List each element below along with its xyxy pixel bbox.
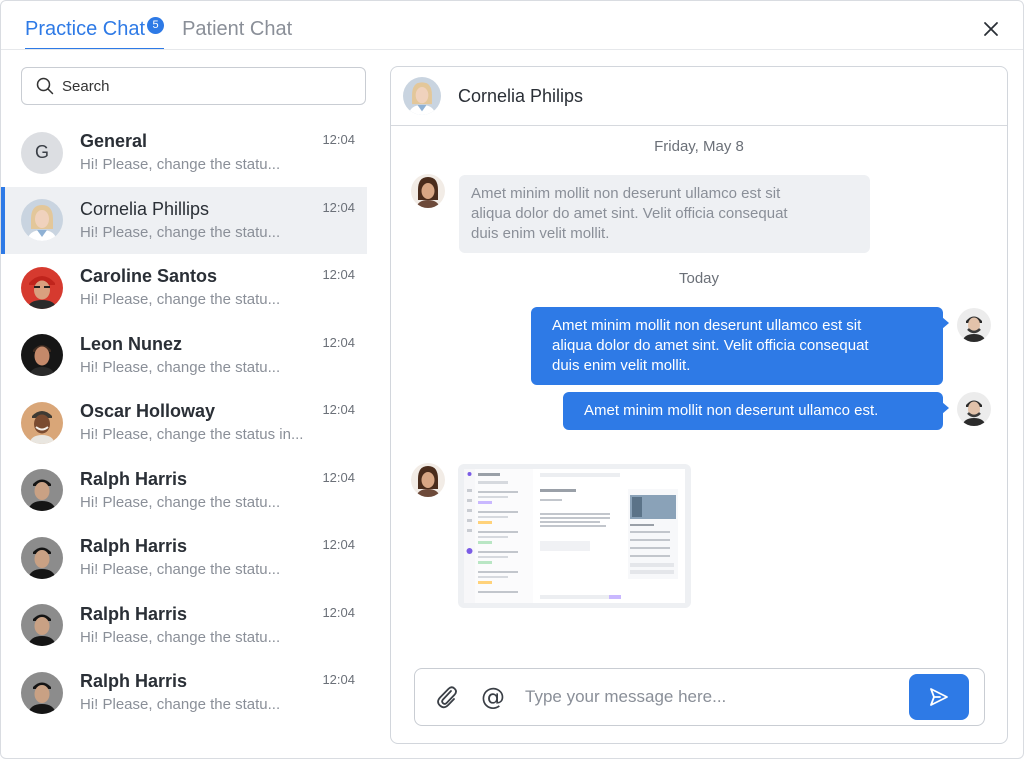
tab-patient-chat-label: Patient Chat [182,17,293,40]
incoming-message: Amet minim mollit non deserunt ullamco e… [459,175,870,253]
tabs-divider [1,49,1023,50]
avatar: G [21,131,63,174]
paperclip-icon [437,686,457,709]
chat-name: Ralph Harris [80,468,188,489]
avatar [411,463,445,497]
send-button[interactable] [909,674,969,720]
chat-preview: Hi! Please, change the statu... [80,628,281,646]
chat-name: Ralph Harris [80,603,188,624]
chat-time: 12:04 [322,402,355,418]
chat-time: 12:04 [322,672,355,688]
tab-practice-chat-label: Practice Chat [25,17,146,40]
chat-name: Cornelia Phillips [80,198,210,219]
chat-name: Ralph Harris [80,671,188,692]
avatar [21,401,63,444]
chat-name: Oscar Holloway [80,401,216,422]
message-line: aliqua dolor do amet sint. Velit officia… [552,337,869,354]
chat-item-leon-nunez[interactable]: Leon Nunez Hi! Please, change the statu.… [1,322,367,390]
chat-list: G General Hi! Please, change the statu..… [1,119,367,727]
avatar [957,308,991,342]
message-line: duis enim velit mollit. [471,225,610,242]
message-line: aliqua dolor do amet sint. Velit officia… [471,205,788,222]
screenshot-thumbnail [464,469,685,603]
chat-preview: Hi! Please, change the statu... [80,223,281,241]
date-separator: Today [678,270,720,287]
avatar [21,536,63,579]
avatar [21,334,63,377]
chat-item-oscar-holloway[interactable]: Oscar Holloway Hi! Please, change the st… [1,389,367,457]
chat-time: 12:04 [322,199,355,215]
chat-item-ralph-harris[interactable]: Ralph Harris Hi! Please, change the stat… [1,659,367,727]
chat-item-ralph-harris[interactable]: Ralph Harris Hi! Please, change the stat… [1,592,367,660]
chat-preview: Hi! Please, change the statu... [80,561,281,579]
date-separator: Friday, May 8 [654,138,744,155]
avatar [403,77,441,115]
message-line: Amet minim mollit non deserunt ullamco e… [471,185,781,202]
chat-name: Ralph Harris [80,536,188,557]
outgoing-message: Amet minim mollit non deserunt ullamco e… [531,307,949,385]
message-input[interactable] [525,687,895,707]
chat-item-general[interactable]: G General Hi! Please, change the statu..… [1,119,367,187]
chat-name: Caroline Santos [80,266,218,287]
chat-tabs: Practice Chat 5 Patient Chat [25,15,310,50]
conversation-header: Cornelia Philips [391,67,1007,126]
chat-preview: Hi! Please, change the statu... [80,696,281,714]
chat-time: 12:04 [322,604,355,620]
avatar [21,199,63,242]
avatar [957,392,991,426]
search-box[interactable] [21,67,366,105]
avatar [21,266,63,309]
attach-button[interactable] [433,683,461,711]
chat-name: Leon Nunez [80,333,182,354]
chat-item-caroline-santos[interactable]: Caroline Santos Hi! Please, change the s… [1,254,367,322]
chat-time: 12:04 [322,469,355,485]
avatar [21,604,63,647]
tab-practice-chat[interactable]: Practice Chat 5 [25,15,165,50]
chat-item-cornelia-phillips[interactable]: Cornelia Phillips Hi! Please, change the… [1,186,367,254]
avatar-letter: G [34,142,49,163]
unread-badge: 5 [147,16,165,34]
message-line: Amet minim mollit non deserunt ullamco e… [584,402,879,419]
chat-window: Practice Chat 5 Patient Chat G General H… [0,0,1024,759]
search-icon [36,77,54,95]
chat-preview: Hi! Please, change the statu... [80,156,281,174]
chat-name: General [80,131,148,152]
tab-patient-chat[interactable]: Patient Chat [182,15,292,43]
at-icon: @ [481,683,505,711]
avatar [21,671,63,714]
chat-item-ralph-harris[interactable]: Ralph Harris Hi! Please, change the stat… [1,524,367,592]
chat-time: 12:04 [322,334,355,350]
search-input[interactable] [62,77,352,95]
close-button[interactable] [979,17,1003,41]
avatar [21,469,63,512]
mention-button[interactable]: @ [479,683,507,711]
chat-time: 12:04 [322,537,355,553]
message-line: Amet minim mollit non deserunt ullamco e… [552,317,862,334]
chat-time: 12:04 [322,132,355,148]
conversation-panel: Cornelia Philips Friday, May 8 Amet mini… [390,66,1008,744]
chat-preview: Hi! Please, change the statu... [80,291,281,309]
chat-time: 12:04 [322,267,355,283]
close-icon [984,22,998,36]
conversation-title: Cornelia Philips [458,85,584,106]
message-line: duis enim velit mollit. [552,357,691,374]
send-icon [930,688,948,706]
message-composer: @ [414,668,985,726]
image-attachment[interactable] [458,464,691,608]
chat-item-ralph-harris[interactable]: Ralph Harris Hi! Please, change the stat… [1,457,367,525]
avatar [411,174,445,208]
outgoing-message: Amet minim mollit non deserunt ullamco e… [563,392,949,430]
chat-preview: Hi! Please, change the status in... [80,426,304,444]
chat-preview: Hi! Please, change the statu... [80,358,281,376]
chat-preview: Hi! Please, change the statu... [80,493,281,511]
